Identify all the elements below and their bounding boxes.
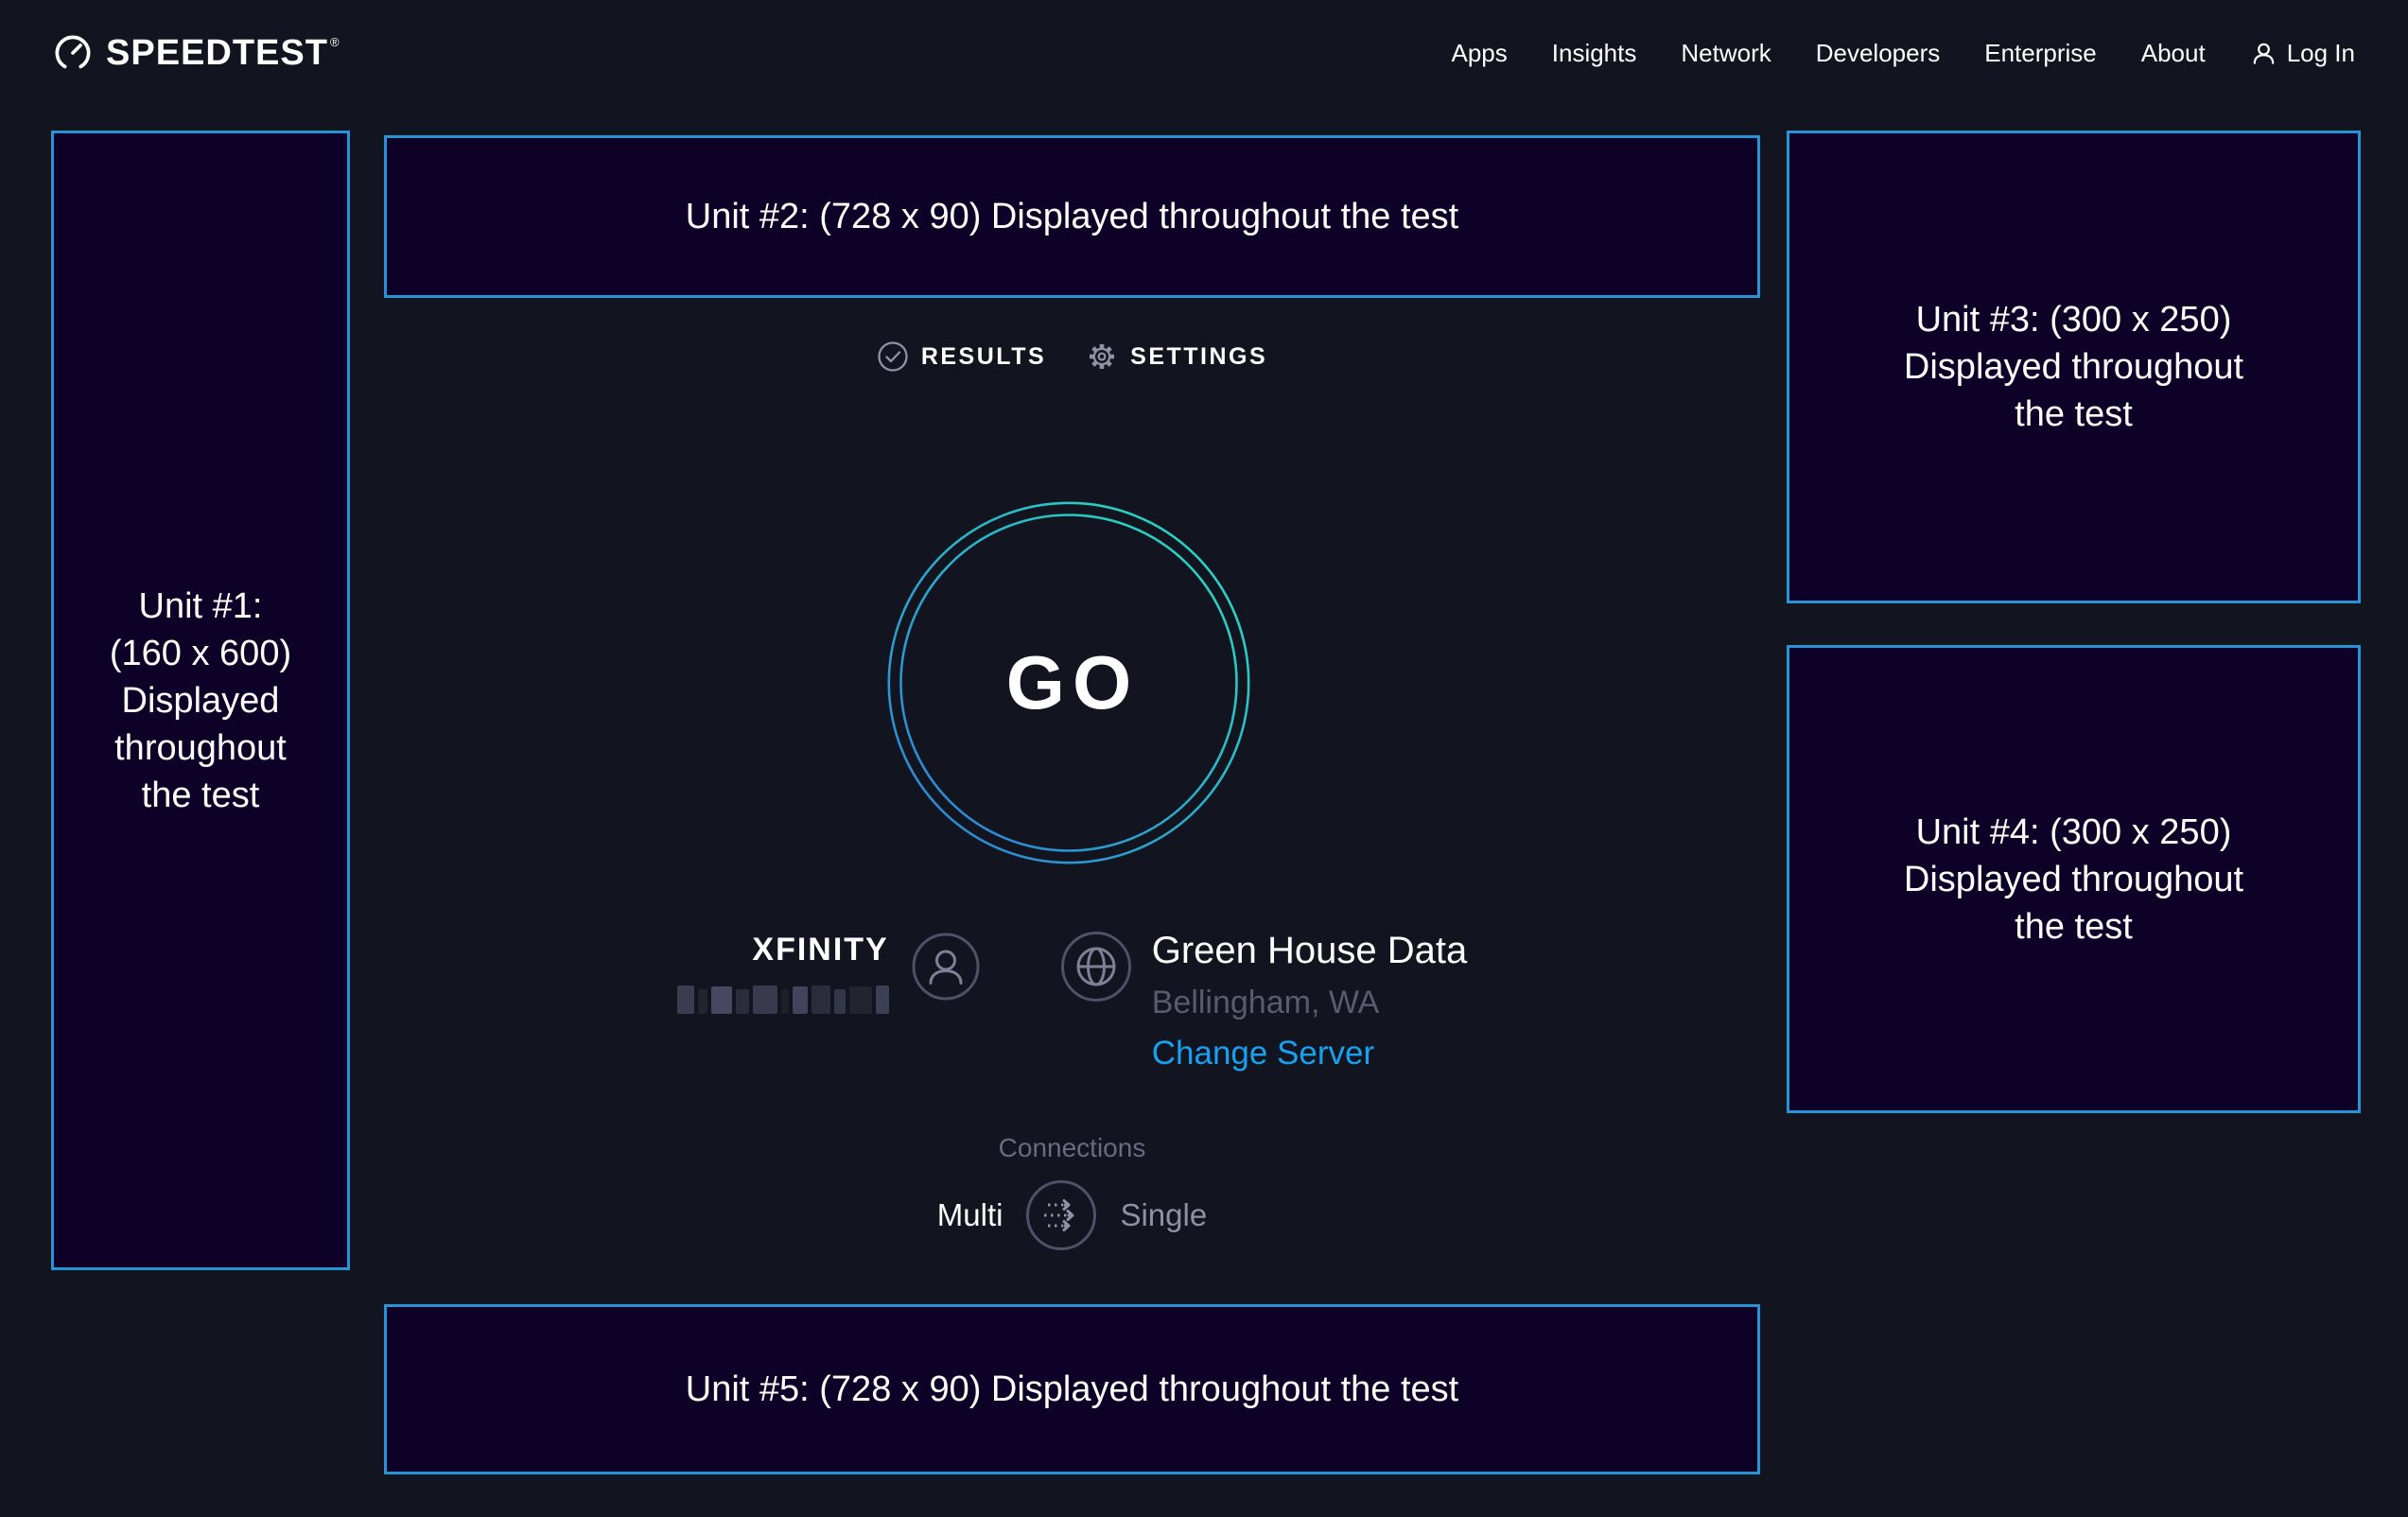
go-label: GO <box>887 501 1250 864</box>
server-name: Green House Data <box>1152 931 1468 970</box>
tab-settings[interactable]: SETTINGS <box>1086 340 1267 373</box>
trademark-mark: ® <box>330 35 340 49</box>
provider-server-row: XFINITY Green House Data Bellingham, WA … <box>384 931 1760 1072</box>
ad-unit-1-label: Unit #1: (160 x 600) Displayed throughou… <box>110 583 291 819</box>
provider-block: XFINITY <box>677 931 889 1014</box>
check-circle-icon <box>877 340 909 373</box>
gear-icon <box>1086 340 1118 373</box>
provider-name: XFINITY <box>752 931 888 968</box>
ad-unit-3-label: Unit #3: (300 x 250) Displayed throughou… <box>1904 296 2243 438</box>
server-block: Green House Data Bellingham, WA Change S… <box>1152 931 1468 1072</box>
ad-unit-3: Unit #3: (300 x 250) Displayed throughou… <box>1787 131 2361 603</box>
speedtest-page: SPEEDTEST ® Apps Insights Network Develo… <box>0 0 2408 1517</box>
change-server-link[interactable]: Change Server <box>1152 1035 1374 1072</box>
nav-item-login[interactable]: Log In <box>2250 39 2355 68</box>
tab-settings-label: SETTINGS <box>1130 343 1267 371</box>
speedometer-icon <box>53 33 93 73</box>
connections-toggle-icon[interactable] <box>1025 1179 1097 1251</box>
globe-icon <box>1060 931 1132 1003</box>
user-icon <box>2250 40 2277 67</box>
server-location: Bellingham, WA <box>1152 984 1380 1021</box>
connections-label: Connections <box>384 1133 1760 1163</box>
logo-text: SPEEDTEST ® <box>106 33 340 74</box>
nav-item-insights[interactable]: Insights <box>1552 39 1637 68</box>
redacted-ip <box>677 985 889 1014</box>
user-avatar-icon <box>912 933 980 1001</box>
ad-unit-2: Unit #2: (728 x 90) Displayed throughout… <box>384 135 1760 298</box>
nav-item-enterprise[interactable]: Enterprise <box>1984 39 2097 68</box>
nav-item-developers[interactable]: Developers <box>1816 39 1941 68</box>
nav-item-apps[interactable]: Apps <box>1452 39 1508 68</box>
speedtest-logo[interactable]: SPEEDTEST ® <box>53 33 340 74</box>
connections-toggle-row: Multi Single <box>384 1179 1760 1251</box>
go-button[interactable]: GO <box>887 501 1250 864</box>
ad-unit-5: Unit #5: (728 x 90) Displayed throughout… <box>384 1304 1760 1474</box>
ad-unit-1: Unit #1: (160 x 600) Displayed throughou… <box>51 131 350 1270</box>
top-nav: SPEEDTEST ® Apps Insights Network Develo… <box>0 0 2408 106</box>
ad-unit-2-label: Unit #2: (728 x 90) Displayed throughout… <box>686 193 1458 240</box>
ad-unit-4: Unit #4: (300 x 250) Displayed throughou… <box>1787 645 2361 1113</box>
tab-results[interactable]: RESULTS <box>877 340 1046 373</box>
main-nav: Apps Insights Network Developers Enterpr… <box>1452 39 2356 68</box>
connections-option-single[interactable]: Single <box>1120 1197 1207 1233</box>
ad-unit-4-label: Unit #4: (300 x 250) Displayed throughou… <box>1904 809 2243 950</box>
connections-option-multi[interactable]: Multi <box>937 1197 1003 1233</box>
ad-unit-5-label: Unit #5: (728 x 90) Displayed throughout… <box>686 1366 1458 1413</box>
nav-item-network[interactable]: Network <box>1681 39 1771 68</box>
tabs-row: RESULTS SETTINGS <box>384 340 1760 373</box>
nav-item-about[interactable]: About <box>2141 39 2206 68</box>
tab-results-label: RESULTS <box>921 343 1046 371</box>
